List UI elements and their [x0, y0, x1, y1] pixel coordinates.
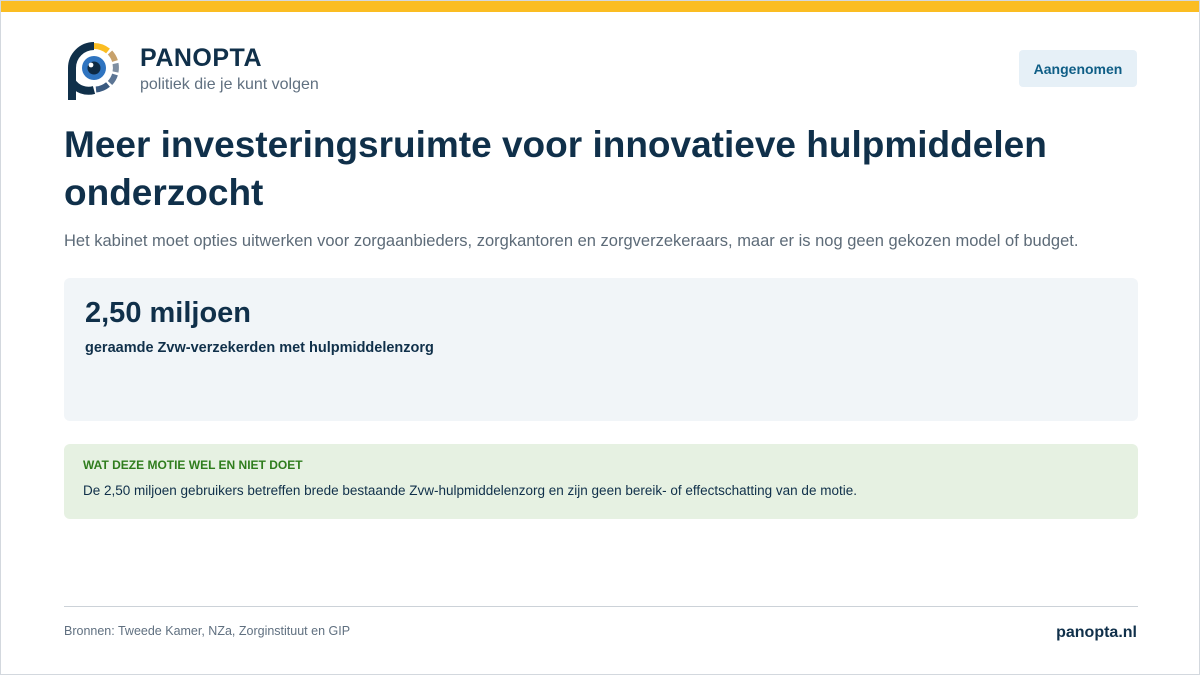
panopta-eye-logo-icon: [68, 42, 119, 100]
status-badge: Aangenomen: [1019, 50, 1137, 87]
brand-tagline: politiek die je kunt volgen: [140, 76, 319, 93]
accent-top-bar: [1, 1, 1199, 12]
stat-value: 2,50 miljoen: [85, 297, 252, 329]
footer-divider: [64, 606, 1138, 607]
stat-label: geraamde Zvw-verzekerden met hulpmiddele…: [85, 340, 434, 356]
header: PANOPTA politiek die je kunt volgen Aang…: [64, 41, 1137, 103]
motion-scope-note: WAT DEZE MOTIE WEL EN NIET DOET De 2,50 …: [64, 444, 1138, 519]
sources-text: Bronnen: Tweede Kamer, NZa, Zorginstituu…: [64, 624, 351, 638]
site-name: panopta.nl: [1056, 624, 1137, 641]
share-card: PANOPTA politiek die je kunt volgen Aang…: [0, 0, 1200, 675]
page-title: Meer investeringsruimte voor innovatieve…: [64, 124, 1047, 213]
brand-name: PANOPTA: [140, 44, 263, 72]
note-heading: WAT DEZE MOTIE WEL EN NIET DOET: [83, 458, 303, 472]
stat-panel: 2,50 miljoen geraamde Zvw-verzekerden me…: [64, 278, 1138, 421]
note-text: De 2,50 miljoen gebruikers betreffen bre…: [83, 483, 857, 498]
page-subtitle: Het kabinet moet opties uitwerken voor z…: [64, 232, 1079, 250]
